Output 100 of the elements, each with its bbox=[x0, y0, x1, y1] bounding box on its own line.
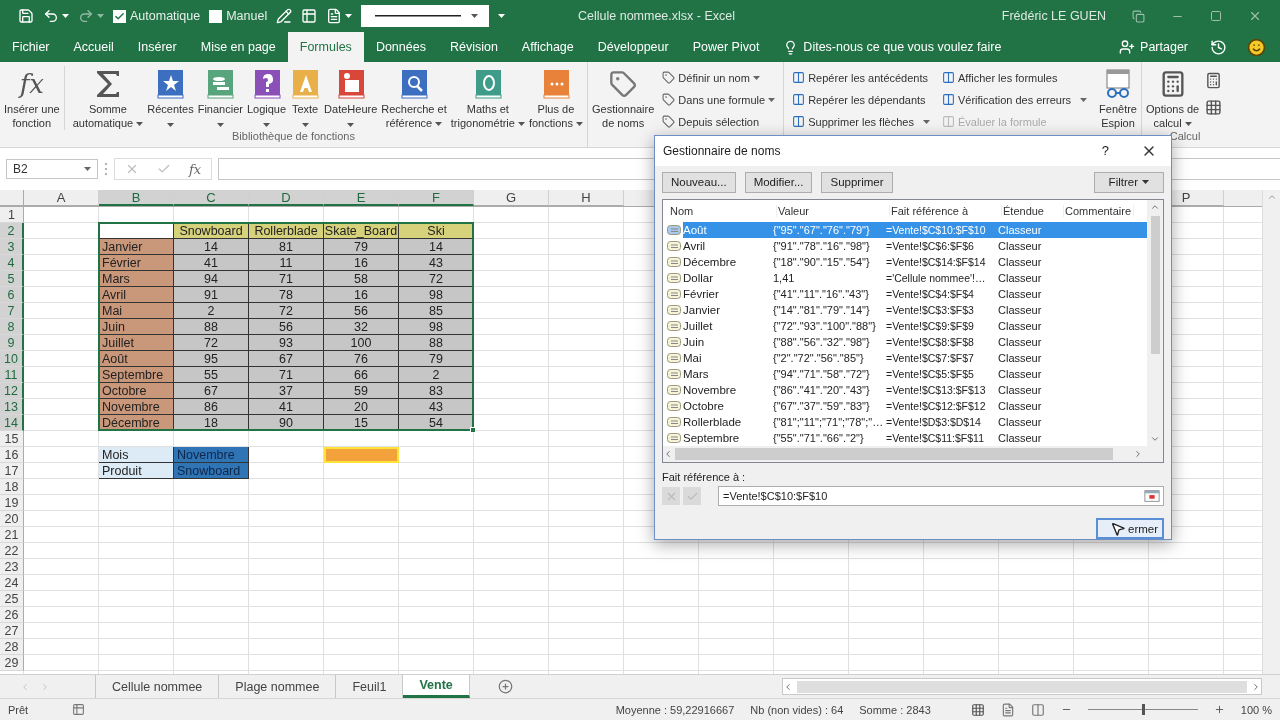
column-header[interactable]: B bbox=[99, 190, 174, 206]
row-header[interactable]: 18 bbox=[0, 479, 24, 495]
calculator-icon[interactable] bbox=[1205, 72, 1223, 89]
name-box[interactable]: B2 bbox=[6, 159, 98, 179]
cancel-icon[interactable] bbox=[125, 162, 139, 176]
row-header[interactable]: 14 bbox=[0, 415, 24, 431]
name-manager-button[interactable]: Gestionnaire de noms bbox=[589, 66, 657, 130]
list-scrollbar[interactable] bbox=[1147, 199, 1163, 447]
normal-view-icon[interactable] bbox=[970, 702, 985, 717]
row-header[interactable]: 22 bbox=[0, 543, 24, 559]
ribbon-button[interactable]: Maths et trigonométrie bbox=[448, 66, 527, 130]
share-button[interactable]: Partager bbox=[1113, 32, 1194, 62]
zoom-in-icon[interactable] bbox=[1213, 704, 1225, 715]
select-all-corner[interactable] bbox=[0, 190, 24, 206]
column-header[interactable]: H bbox=[549, 190, 624, 206]
name-list-item[interactable]: Novembre {"86"."41"."20"."43"} =Vente!$C$13:$F$13 Classeur bbox=[683, 381, 1147, 398]
name-list-item[interactable]: Mai {"2"."72"."56"."85"} =Vente!$C$7:$F$7 Classeur bbox=[683, 349, 1147, 366]
undo-icon[interactable] bbox=[43, 8, 59, 24]
refers-to-field[interactable]: =Vente!$C$10:$F$10 bbox=[718, 486, 1164, 507]
row-header[interactable]: 24 bbox=[0, 575, 24, 591]
dialog-button[interactable]: Supprimer bbox=[821, 171, 893, 193]
row-header[interactable]: 20 bbox=[0, 511, 24, 527]
row-header[interactable]: 23 bbox=[0, 559, 24, 575]
ribbon-tab[interactable]: Mise en page bbox=[188, 32, 288, 62]
row-header[interactable]: 8 bbox=[0, 319, 24, 335]
row-header[interactable]: 5 bbox=[0, 271, 24, 287]
ribbon-tab[interactable]: Accueil bbox=[61, 32, 126, 62]
row-header[interactable]: 16 bbox=[0, 447, 24, 463]
scroll-up-icon[interactable] bbox=[1266, 192, 1277, 202]
close-button[interactable]: ermer bbox=[1096, 518, 1164, 539]
checkbox[interactable] bbox=[113, 9, 126, 23]
column-header[interactable]: E bbox=[324, 190, 399, 206]
ribbon-button[interactable]: Depuis sélection bbox=[660, 112, 778, 131]
column-header[interactable]: C bbox=[174, 190, 249, 206]
page-break-icon[interactable] bbox=[1030, 702, 1045, 717]
page-layout-icon[interactable] bbox=[1000, 702, 1015, 717]
column-header[interactable]: D bbox=[249, 190, 324, 206]
name-list-item[interactable]: Décembre {"18"."90"."15"."54"} =Vente!$C$14:$F$14 Classeur bbox=[683, 253, 1147, 270]
ribbon-button[interactable]: Définir un nom bbox=[660, 68, 778, 87]
list-column-header[interactable]: Nom bbox=[669, 204, 777, 217]
caret-icon[interactable] bbox=[97, 14, 104, 18]
name-list-item[interactable]: Juillet {"72"."93"."100"."88"} =Vente!$C$9:$F$9 Classeur bbox=[683, 317, 1147, 334]
row-header[interactable]: 21 bbox=[0, 527, 24, 543]
column-header[interactable]: G bbox=[474, 190, 549, 206]
maximize-icon[interactable] bbox=[1210, 10, 1222, 22]
ribbon-button[interactable]: Dans une formule bbox=[660, 90, 778, 109]
ribbon-button[interactable]: Logique bbox=[244, 66, 289, 127]
row-header[interactable]: 28 bbox=[0, 639, 24, 655]
filter-button[interactable]: Filtrer bbox=[1093, 171, 1164, 193]
row-header[interactable]: 25 bbox=[0, 591, 24, 607]
ribbon-button[interactable]: Recherche et référence bbox=[379, 66, 449, 130]
name-list-item[interactable]: Janvier {"14"."81"."79"."14"} =Vente!$C$3:$F$3 Classeur bbox=[683, 301, 1147, 318]
ribbon-tab[interactable]: Insérer bbox=[125, 32, 189, 62]
ribbon-tab[interactable]: Affichage bbox=[509, 32, 586, 62]
name-list-item[interactable]: Mars {"94"."71"."58"."72"} =Vente!$C$5:$F$5 Classeur bbox=[683, 365, 1147, 382]
row-header[interactable]: 2 bbox=[0, 223, 24, 239]
row-header[interactable]: 15 bbox=[0, 431, 24, 447]
column-header[interactable]: F bbox=[399, 190, 474, 206]
add-sheet-icon[interactable] bbox=[497, 679, 513, 694]
confirm-edit-icon[interactable] bbox=[683, 487, 701, 506]
list-horizontal-scrollbar[interactable] bbox=[663, 446, 1163, 463]
ribbon-button[interactable]: Texte bbox=[288, 66, 323, 127]
row-header[interactable]: 3 bbox=[0, 239, 24, 255]
horizontal-scrollbar[interactable] bbox=[782, 678, 1262, 695]
scroll-right-icon[interactable] bbox=[1133, 449, 1143, 460]
ribbon-button[interactable]: DateHeure bbox=[322, 66, 380, 127]
ribbon-button[interactable]: Supprimer les flèches bbox=[790, 112, 932, 131]
smiley-icon[interactable] bbox=[1247, 37, 1266, 57]
ribbon-button[interactable]: fx Insérer une fonction bbox=[2, 66, 65, 130]
table-edit-icon[interactable] bbox=[301, 8, 318, 24]
ribbon-button[interactable]: Récentes bbox=[145, 66, 196, 127]
row-header[interactable]: 26 bbox=[0, 607, 24, 623]
zoom-level[interactable]: 100 % bbox=[1240, 703, 1272, 716]
row-header[interactable]: 9 bbox=[0, 335, 24, 351]
help-button[interactable]: ? bbox=[1101, 143, 1109, 159]
ribbon-tab[interactable]: Power Pivot bbox=[680, 32, 772, 62]
watch-window-button[interactable]: Fenêtre Espion bbox=[1097, 66, 1139, 130]
row-header[interactable]: 4 bbox=[0, 255, 24, 271]
calculation-options-button[interactable]: Options de calcul bbox=[1144, 66, 1202, 130]
ribbon-button[interactable]: Repérer les dépendants bbox=[790, 90, 932, 109]
customize-caret-icon[interactable] bbox=[498, 14, 506, 18]
caret-icon[interactable] bbox=[62, 14, 69, 18]
column-header[interactable]: A bbox=[24, 190, 99, 206]
ribbon-tab[interactable]: Données bbox=[363, 32, 438, 62]
scroll-right-icon[interactable] bbox=[1251, 681, 1261, 692]
vertical-scrollbar[interactable] bbox=[1262, 190, 1280, 674]
save-icon[interactable] bbox=[18, 8, 34, 24]
name-list-item[interactable]: Février {"41"."11"."16"."43"} =Vente!$C$4:$F$4 Classeur bbox=[683, 285, 1147, 302]
list-column-header[interactable]: Valeur bbox=[777, 204, 890, 217]
scroll-left-icon[interactable] bbox=[783, 681, 793, 692]
name-list-item[interactable]: Avril {"91"."78"."16"."98"} =Vente!$C$6:$F$6 Classeur bbox=[683, 237, 1147, 254]
row-header[interactable]: 1 bbox=[0, 207, 24, 223]
enter-icon[interactable] bbox=[157, 162, 171, 176]
range-picker-icon[interactable] bbox=[1143, 488, 1161, 505]
dialog-button[interactable]: Modifier... bbox=[744, 171, 813, 193]
ribbon-tab[interactable]: Formules bbox=[287, 32, 364, 62]
row-header[interactable]: 19 bbox=[0, 495, 24, 511]
ribbon-button[interactable]: Repérer les antécédents bbox=[790, 68, 932, 87]
dialog-button[interactable]: Nouveau... bbox=[662, 171, 736, 193]
ribbon-button[interactable]: Financier bbox=[195, 66, 245, 127]
